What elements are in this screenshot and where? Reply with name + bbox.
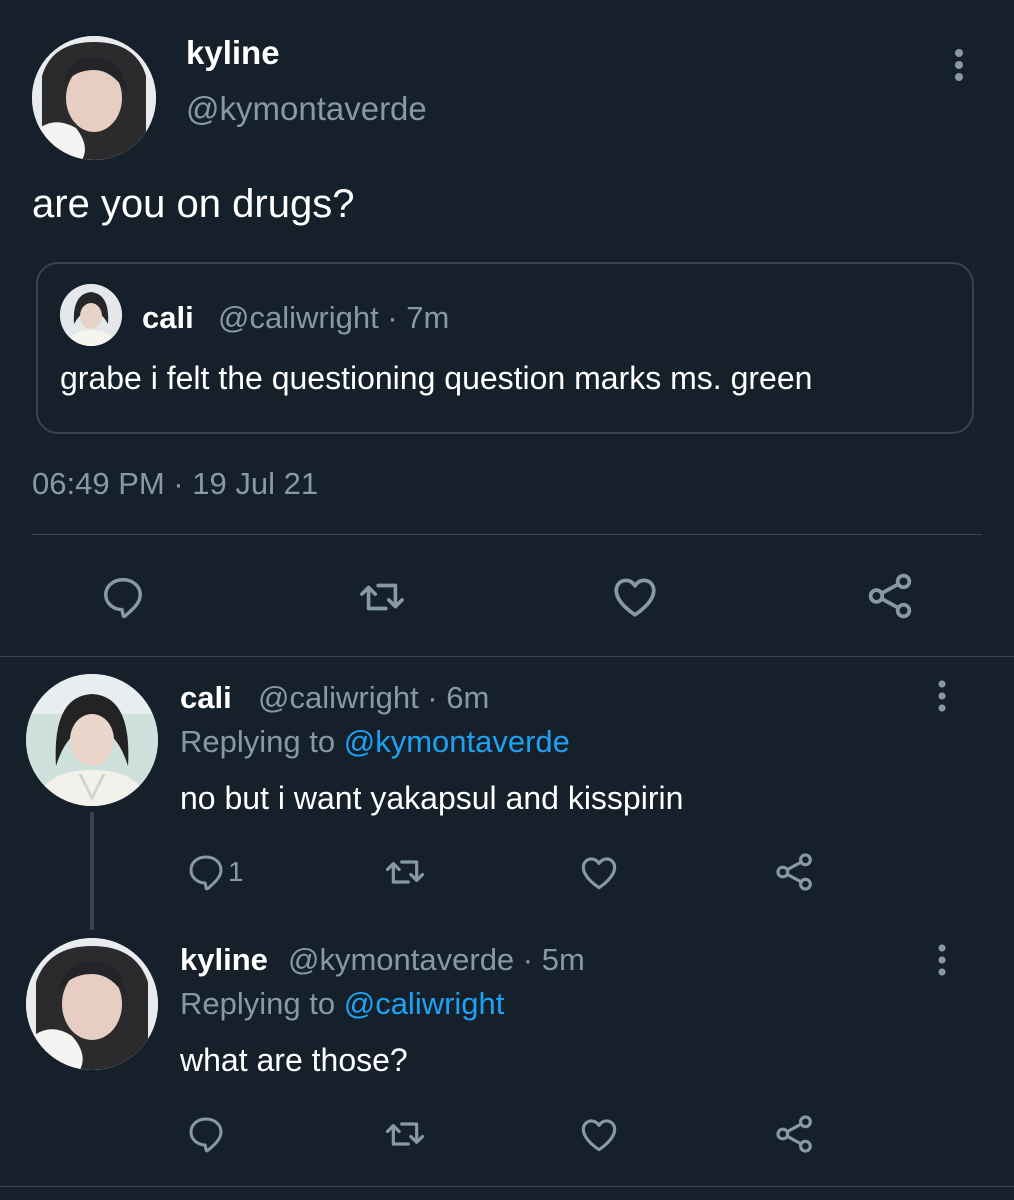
replying-to-prefix: Replying to [180, 986, 336, 1021]
replying-to-handle[interactable]: @kymontaverde [344, 724, 570, 759]
share-button[interactable] [774, 1114, 816, 1154]
tweet-text: are you on drugs? [32, 182, 355, 226]
divider-line [0, 1186, 1014, 1187]
retweet-button[interactable] [356, 574, 408, 620]
avatar-cali-small [60, 284, 122, 346]
author-name[interactable]: kyline [186, 34, 280, 72]
reply-author-meta[interactable]: @caliwright · 6m [258, 680, 489, 716]
heart-icon [614, 578, 656, 617]
replying-to-handle[interactable]: @caliwright [344, 986, 505, 1021]
divider-line [0, 656, 1014, 657]
retweet-icon [360, 583, 404, 611]
divider-line [32, 534, 982, 535]
quoted-author-name: cali [142, 300, 194, 335]
reply-button[interactable] [186, 1114, 226, 1154]
avatar-kyline[interactable] [32, 36, 156, 160]
reply-button[interactable] [100, 574, 146, 620]
author-handle[interactable]: @kymontaverde [186, 90, 427, 128]
thread-line [90, 812, 94, 930]
tweet-timestamp: 06:49 PM · 19 Jul 21 [32, 466, 319, 501]
reply-text: no but i want yakapsul and kisspirin [180, 780, 684, 816]
replying-to-line: Replying to @caliwright [180, 986, 504, 1022]
retweet-icon [385, 860, 425, 884]
heart-icon [581, 857, 617, 890]
avatar-cali[interactable] [26, 674, 158, 806]
reply-text: what are those? [180, 1042, 408, 1078]
heart-icon [581, 1119, 617, 1152]
like-button[interactable] [610, 572, 660, 620]
share-button[interactable] [774, 852, 816, 892]
quoted-tweet-text: grabe i felt the questioning question ma… [60, 360, 813, 396]
reply-author-name[interactable]: kyline [180, 942, 268, 978]
share-button[interactable] [866, 572, 916, 620]
more-options-icon[interactable] [934, 680, 950, 712]
quoted-tweet-card[interactable]: cali @caliwright · 7m grabe i felt the q… [36, 262, 974, 434]
replying-to-prefix: Replying to [180, 724, 336, 759]
more-options-icon[interactable] [950, 48, 968, 82]
retweet-button[interactable] [382, 1114, 428, 1154]
share-icon [776, 853, 812, 891]
reply-icon [104, 578, 142, 619]
reply-button[interactable]: 1 [186, 852, 244, 892]
retweet-button[interactable] [382, 852, 428, 892]
avatar-kyline[interactable] [26, 938, 158, 1070]
more-options-icon[interactable] [934, 944, 950, 976]
reply-author-name[interactable]: cali [180, 680, 232, 716]
like-button[interactable] [578, 1114, 620, 1154]
retweet-icon [385, 1122, 425, 1146]
reply-icon [189, 1117, 223, 1153]
reply-author-meta[interactable]: @kymontaverde · 5m [288, 942, 585, 978]
reply-count: 1 [228, 856, 244, 887]
quoted-author-meta: @caliwright · 7m [218, 300, 450, 335]
reply-icon [189, 855, 223, 891]
like-button[interactable] [578, 852, 620, 892]
replying-to-line: Replying to @kymontaverde [180, 724, 570, 760]
share-icon [868, 573, 912, 619]
share-icon [776, 1115, 812, 1153]
